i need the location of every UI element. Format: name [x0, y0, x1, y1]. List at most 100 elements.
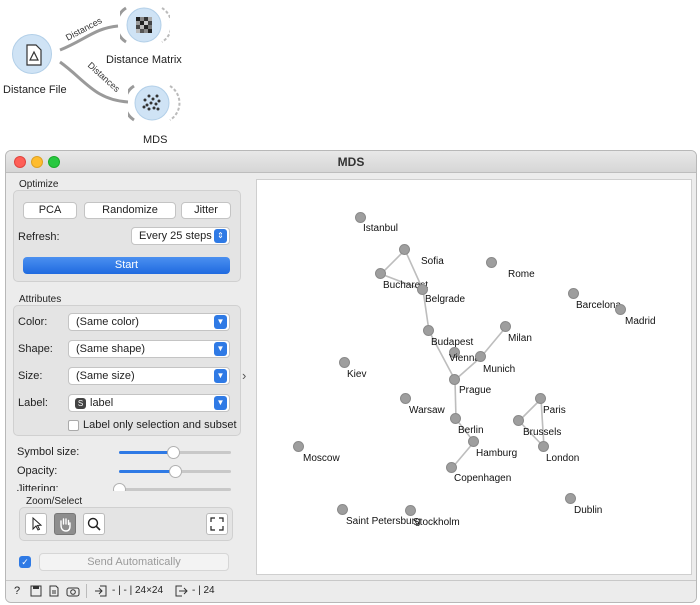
save-icon[interactable] — [30, 585, 42, 600]
plot-point[interactable] — [565, 493, 576, 504]
plot-point[interactable] — [293, 441, 304, 452]
input-summary: - | - | 24×24 — [112, 585, 164, 596]
plot-point[interactable] — [538, 441, 549, 452]
mds-node[interactable] — [123, 82, 181, 124]
chevron-down-icon: ▼ — [214, 342, 227, 356]
plot-point[interactable] — [450, 413, 461, 424]
opacity-knob[interactable] — [169, 465, 182, 478]
magnifier-icon — [87, 517, 101, 531]
zoom-select-group — [19, 507, 233, 541]
fit-icon — [210, 517, 224, 531]
plot-point-label: Copenhagen — [454, 473, 512, 484]
jittering-row-clip: Jittering: — [6, 481, 246, 491]
plot-point[interactable] — [446, 462, 457, 473]
size-label: Size: — [18, 370, 43, 382]
output-summary: - | 24 — [192, 585, 215, 596]
help-icon[interactable]: ? — [14, 585, 20, 597]
plot-point[interactable] — [513, 415, 524, 426]
size-value: (Same size) — [76, 370, 135, 382]
input-icon — [94, 585, 108, 600]
plot-point[interactable] — [568, 288, 579, 299]
window-title: MDS — [337, 155, 365, 169]
plot-point-label: Belgrade — [425, 294, 466, 305]
opacity-slider[interactable] — [119, 465, 231, 478]
label-value: label — [90, 397, 114, 409]
opacity-fill — [119, 470, 175, 473]
plot-point[interactable] — [400, 393, 411, 404]
plot-point-label: Stockholm — [413, 517, 460, 528]
hand-icon — [60, 518, 71, 532]
cursor-icon — [32, 516, 43, 531]
label-only-selection-text: Label only selection and subset — [83, 419, 237, 431]
status-bar: ? - | - | 24×24 - | 24 — [6, 580, 696, 602]
label-select[interactable]: S label ▼ — [68, 394, 230, 412]
report-icon[interactable] — [48, 585, 60, 600]
plot-point[interactable] — [375, 268, 386, 279]
attributes-header: Attributes — [19, 294, 62, 305]
jittering-knob[interactable] — [113, 483, 126, 491]
symbol-size-label: Symbol size: — [17, 446, 80, 458]
attributes-group: Color: (Same color) ▼ Shape: (Same shape… — [13, 305, 241, 436]
plot-point[interactable] — [535, 393, 546, 404]
pointer-tool-button[interactable] — [25, 513, 47, 535]
camera-icon[interactable] — [66, 585, 80, 600]
plot-point-label: Milan — [508, 333, 532, 344]
refresh-select[interactable]: Every 25 steps ⇕ — [131, 227, 230, 245]
randomize-button[interactable]: Randomize — [84, 202, 176, 219]
start-button[interactable]: Start — [23, 257, 230, 274]
symbol-size-knob[interactable] — [166, 446, 180, 459]
distance-matrix-node[interactable] — [115, 4, 173, 44]
zoom-tool-button[interactable] — [83, 513, 105, 535]
string-type-icon: S — [75, 398, 86, 409]
plot-point[interactable] — [337, 504, 348, 515]
plot-point[interactable] — [468, 436, 479, 447]
chevron-down-icon: ▼ — [214, 369, 227, 383]
plot-point-label: Rome — [508, 269, 535, 280]
optimize-header: Optimize — [19, 179, 59, 190]
size-select[interactable]: (Same size) ▼ — [68, 367, 230, 385]
plot-point[interactable] — [449, 374, 460, 385]
jittering-slider[interactable] — [113, 483, 231, 491]
scatter-icon — [123, 84, 181, 122]
plot-point[interactable] — [486, 257, 497, 268]
output-icon — [174, 585, 188, 600]
plot-point[interactable] — [423, 325, 434, 336]
chevron-down-icon: ▼ — [214, 315, 227, 329]
plot-point-label: Istanbul — [363, 223, 399, 234]
mds-plot[interactable]: Istanbul Sofia Bucharest Belgrade Rome Barcel… — [256, 179, 692, 575]
shape-select[interactable]: (Same shape) ▼ — [68, 340, 230, 358]
plot-point-label: Hamburg — [476, 448, 518, 459]
jitter-button[interactable]: Jitter — [181, 202, 231, 219]
pca-button[interactable]: PCA — [23, 202, 77, 219]
plot-point[interactable] — [405, 505, 416, 516]
mds-window: MDS Optimize PCA Randomize Jitter Refres… — [5, 150, 697, 603]
send-auto-checkbox[interactable]: ✓ — [19, 556, 31, 568]
pan-tool-button[interactable] — [54, 513, 76, 535]
plot-point-label: Sofia — [421, 256, 444, 267]
plot-point-label: Brussels — [523, 427, 562, 438]
send-automatically-button[interactable]: Send Automatically — [39, 553, 229, 571]
plot-point[interactable] — [355, 212, 366, 223]
file-icon — [26, 44, 42, 66]
plot-point-label: Kiev — [347, 369, 367, 380]
color-select[interactable]: (Same color) ▼ — [68, 313, 230, 331]
chevron-down-icon: ▼ — [214, 396, 227, 410]
plot-point-label: Moscow — [303, 453, 340, 464]
plot-point[interactable] — [475, 351, 486, 362]
plot-point[interactable] — [615, 304, 626, 315]
jittering-label: Jittering: — [17, 483, 59, 491]
opacity-label: Opacity: — [17, 465, 58, 477]
plot-point[interactable] — [500, 321, 511, 332]
symbol-size-slider[interactable] — [119, 446, 231, 459]
chevron-right-icon[interactable]: › — [242, 368, 246, 383]
distance-file-node[interactable] — [12, 34, 52, 74]
distance-matrix-label: Distance Matrix — [106, 54, 182, 66]
plot-point[interactable] — [339, 357, 350, 368]
plot-point-label: Prague — [459, 385, 492, 396]
refresh-label: Refresh: — [18, 231, 60, 243]
plot-point[interactable] — [399, 244, 410, 255]
plot-point-label: Paris — [543, 405, 566, 416]
mds-node-label: MDS — [143, 134, 168, 146]
label-only-selection-checkbox[interactable] — [68, 420, 79, 431]
reset-zoom-button[interactable] — [206, 513, 228, 535]
